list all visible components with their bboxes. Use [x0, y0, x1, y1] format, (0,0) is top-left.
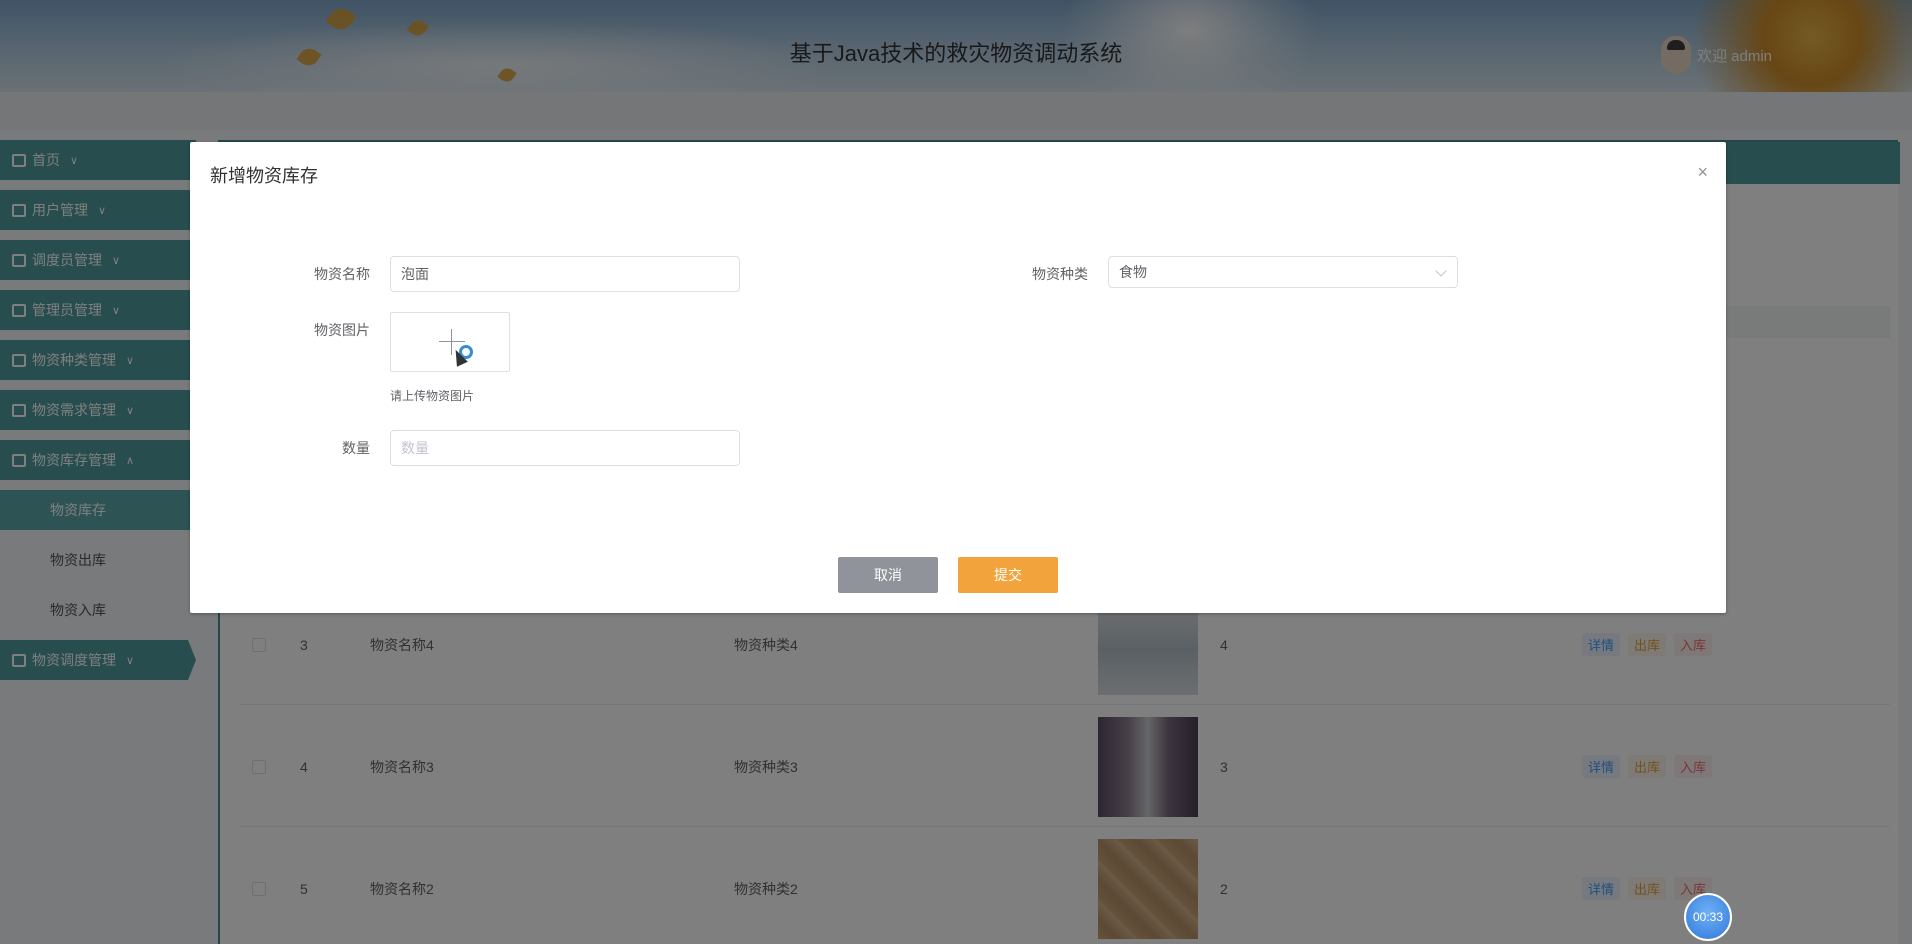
- qty-input[interactable]: 数量: [390, 430, 740, 466]
- category-label: 物资种类: [1032, 266, 1088, 282]
- category-selected-value: 食物: [1119, 264, 1147, 280]
- plus-icon: [439, 341, 465, 342]
- image-label: 物资图片: [314, 322, 370, 338]
- close-icon[interactable]: ×: [1697, 162, 1708, 183]
- upload-tip: 请上传物资图片: [390, 389, 475, 403]
- name-label: 物资名称: [314, 266, 370, 282]
- submit-button[interactable]: 提交: [958, 557, 1058, 593]
- image-upload[interactable]: [390, 312, 510, 372]
- recording-timer: 00:33: [1684, 893, 1732, 941]
- category-select[interactable]: 食物: [1108, 256, 1458, 288]
- chevron-down-icon: [1435, 265, 1447, 277]
- add-inventory-dialog: 新增物资库存 × 物资名称 泡面 物资种类 食物 物资图片 请上传物资图片 数量…: [190, 142, 1726, 613]
- name-input[interactable]: 泡面: [390, 256, 740, 292]
- qty-label: 数量: [342, 440, 370, 456]
- cancel-button[interactable]: 取消: [838, 557, 938, 593]
- dialog-title: 新增物资库存: [210, 166, 318, 186]
